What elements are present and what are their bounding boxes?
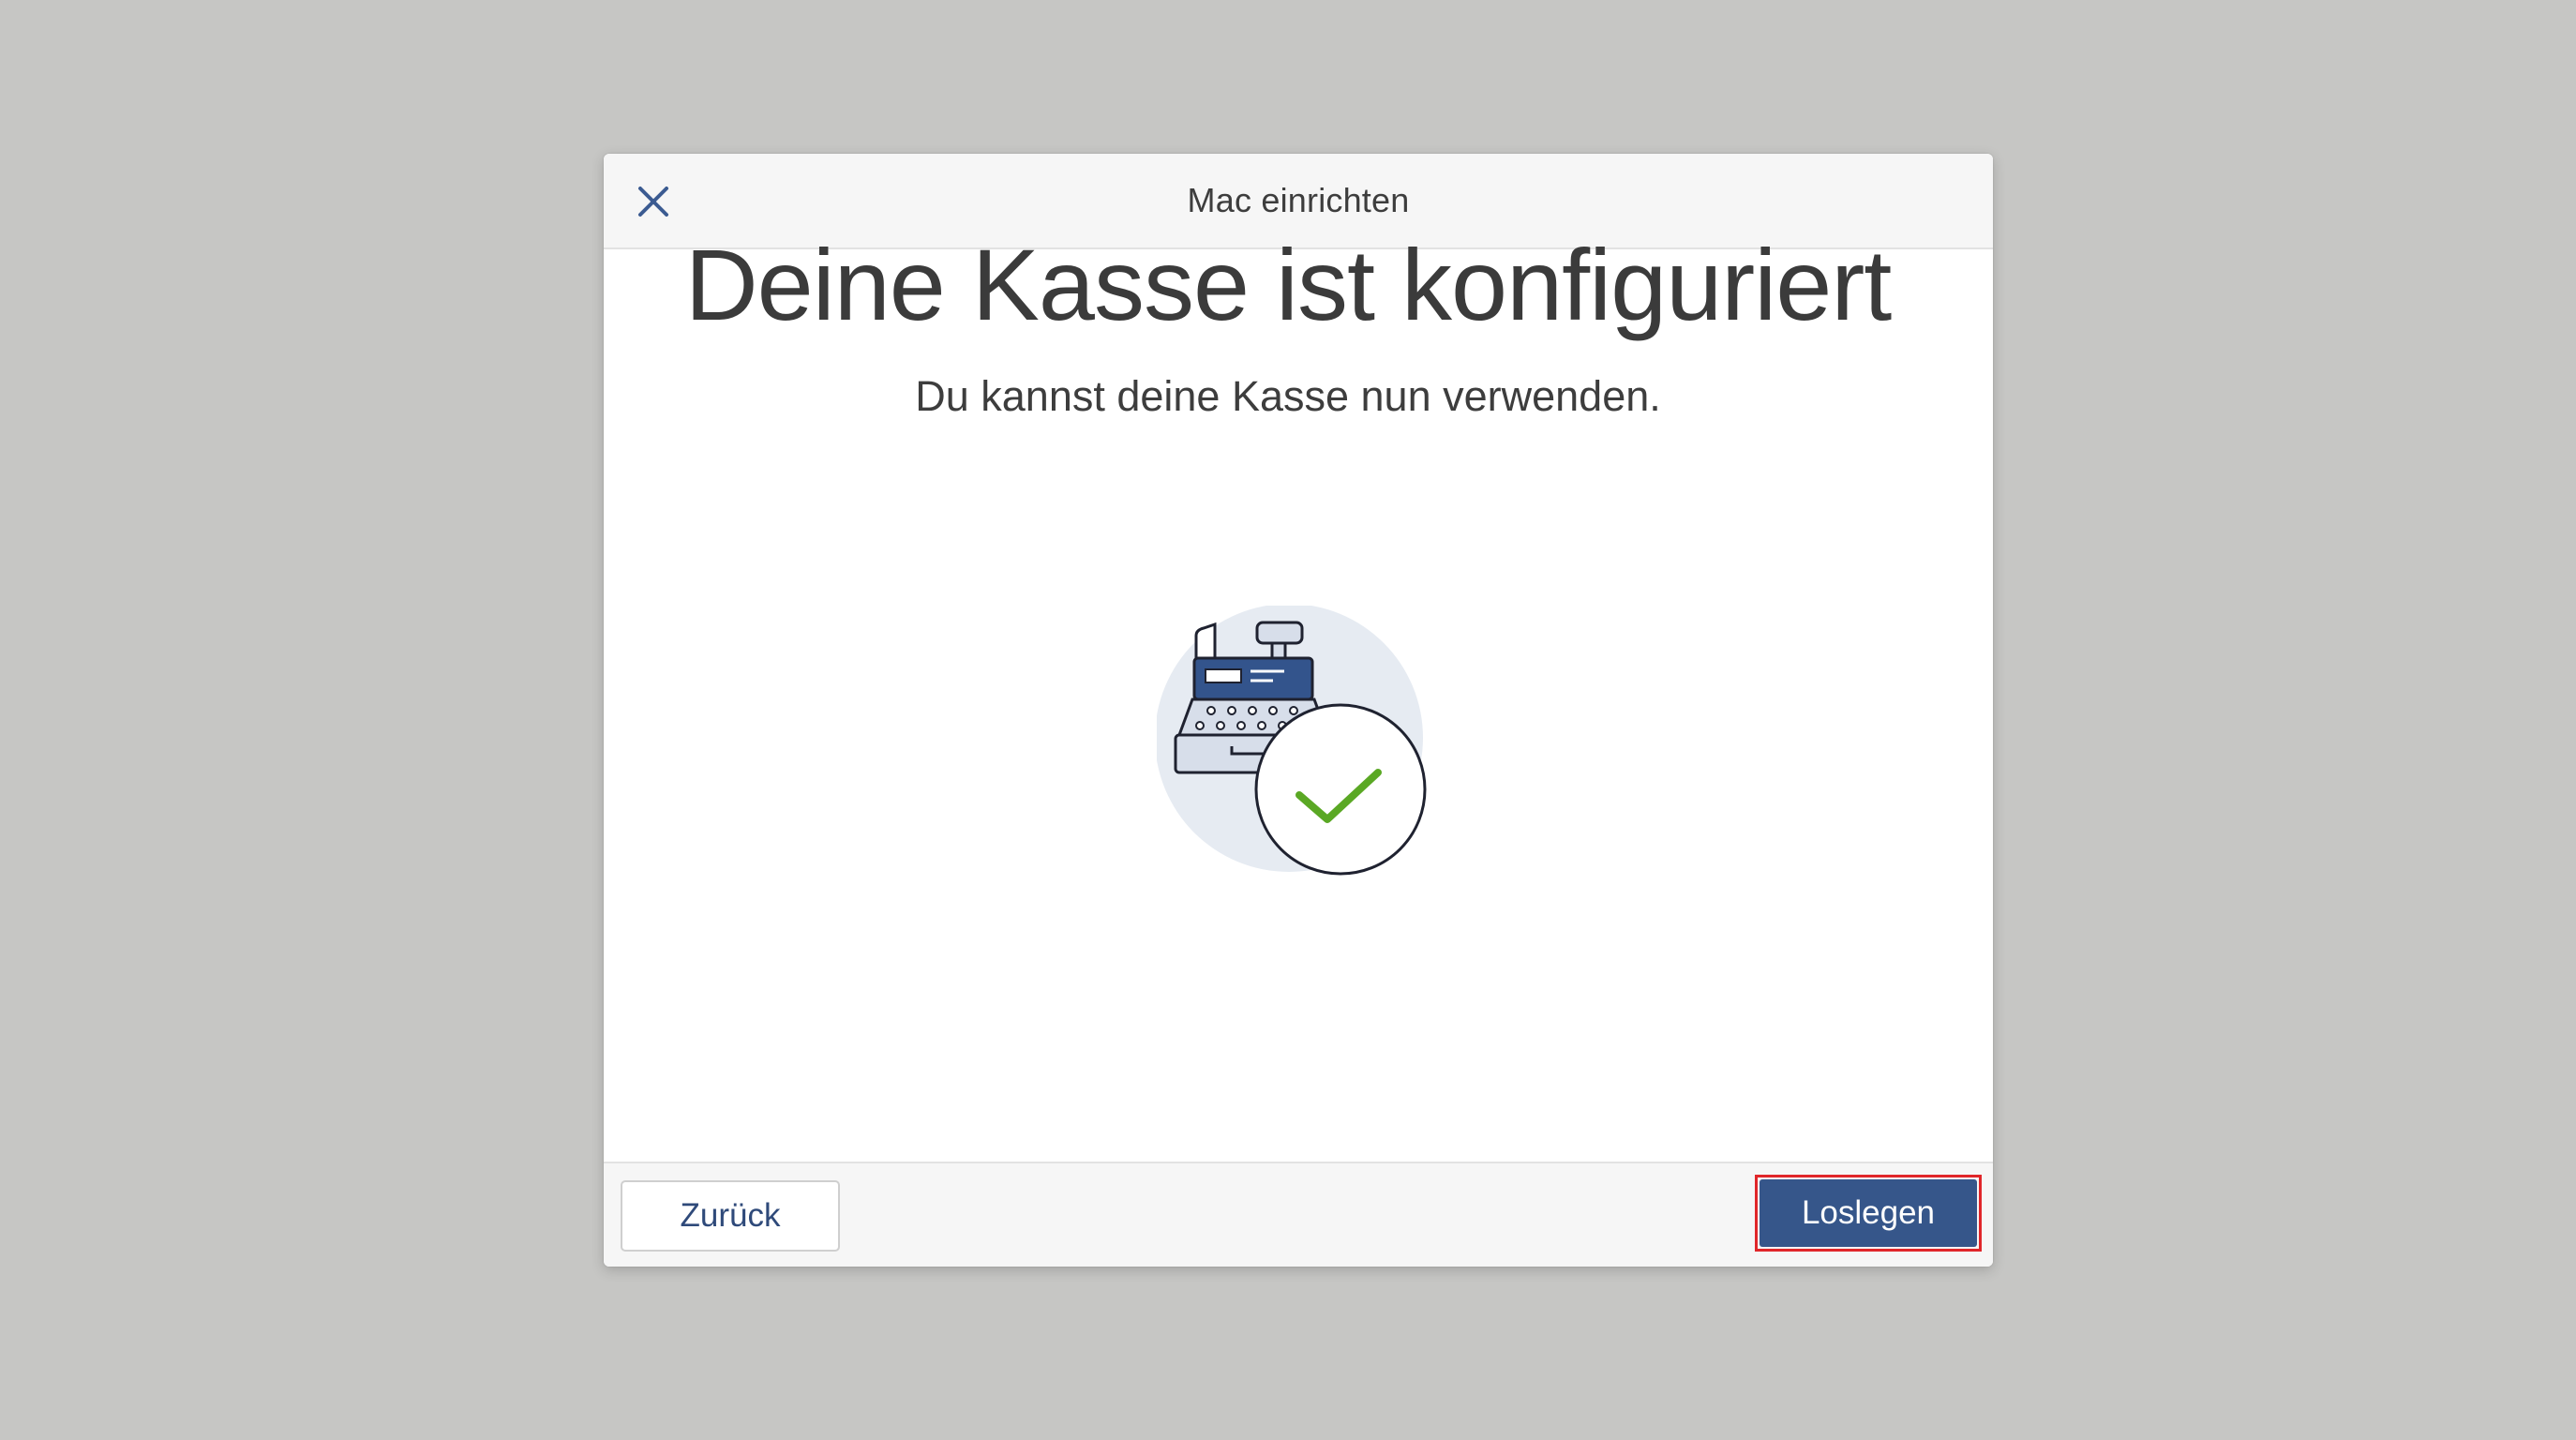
check-circle bbox=[1254, 703, 1427, 876]
page-headline: Deine Kasse ist konfiguriert bbox=[684, 228, 1893, 341]
back-button[interactable]: Zurück bbox=[621, 1180, 840, 1252]
page-subline: Du kannst deine Kasse nun verwenden. bbox=[915, 372, 1661, 420]
cash-register-check-icon bbox=[1157, 606, 1427, 876]
dialog-footer: Zurück Loslegen bbox=[604, 1162, 1993, 1267]
primary-button-highlight: Loslegen bbox=[1755, 1175, 1982, 1252]
get-started-button[interactable]: Loslegen bbox=[1760, 1179, 1977, 1247]
